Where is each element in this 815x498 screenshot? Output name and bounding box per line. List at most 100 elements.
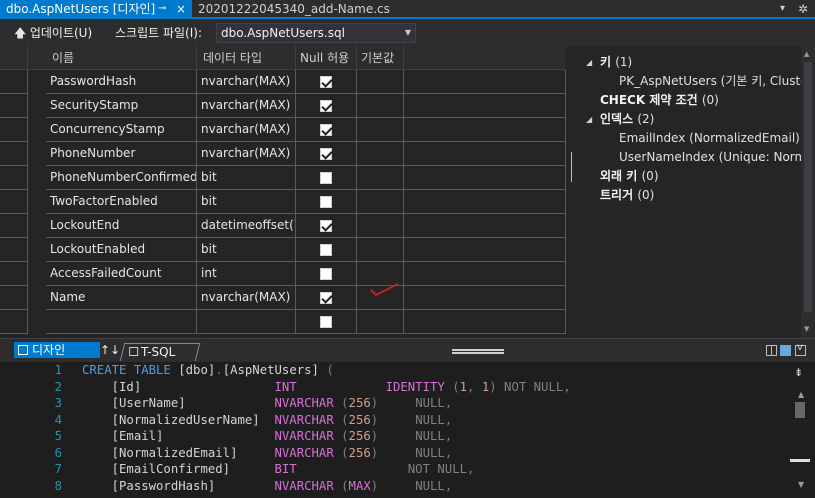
table-row[interactable] <box>0 310 566 334</box>
default-value-cell[interactable] <box>357 70 404 94</box>
horizontal-split-icon[interactable] <box>780 345 791 356</box>
row-selector[interactable] <box>0 94 28 118</box>
table-row[interactable]: PhoneNumberConfirmed bit <box>0 166 566 190</box>
default-value-cell[interactable] <box>357 310 404 334</box>
split-editor-icon[interactable]: ⇟ <box>794 366 803 379</box>
swap-panes-button[interactable]: ↑↓ <box>100 342 120 358</box>
default-value-cell[interactable] <box>357 214 404 238</box>
table-row[interactable]: LockoutEnabled bit <box>0 238 566 262</box>
pane-resize-grip[interactable] <box>452 349 504 354</box>
tab-dbo-aspnetusers-design[interactable]: dbo.AspNetUsers [디자인] ⊸ × <box>0 0 192 19</box>
table-row[interactable]: Name nvarchar(MAX) <box>0 286 566 310</box>
column-name-cell[interactable]: AccessFailedCount <box>46 262 197 286</box>
tab-tsql[interactable]: T-SQL <box>119 343 201 361</box>
scrollbar-thumb[interactable] <box>795 402 805 418</box>
row-selector[interactable] <box>0 142 28 166</box>
table-row[interactable]: SecurityStamp nvarchar(MAX) <box>0 94 566 118</box>
pin-icon[interactable]: ⊸ <box>158 0 166 18</box>
tab-migration-file[interactable]: 20201222045340_add-Name.cs <box>198 0 390 19</box>
data-type-cell[interactable]: bit <box>197 190 296 214</box>
row-selector[interactable] <box>0 190 28 214</box>
data-type-cell[interactable]: nvarchar(MAX) <box>197 118 296 142</box>
data-type-cell[interactable] <box>197 310 296 334</box>
row-selector[interactable] <box>0 118 28 142</box>
column-name-cell[interactable]: SecurityStamp <box>46 94 197 118</box>
allow-nulls-checkbox[interactable] <box>320 172 332 184</box>
keys-node[interactable]: 키 (1) <box>600 54 632 70</box>
row-selector[interactable] <box>0 70 28 94</box>
row-selector[interactable] <box>0 286 28 310</box>
primary-key-item[interactable]: PK_AspNetUsers (기본 키, Clustered: Id) <box>619 73 815 89</box>
scroll-up-icon[interactable]: ▲ <box>804 50 809 58</box>
column-name-cell[interactable]: PhoneNumberConfirmed <box>46 166 197 190</box>
allow-nulls-checkbox[interactable] <box>320 76 332 88</box>
data-type-cell[interactable]: datetimeoffset(7) <box>197 214 296 238</box>
properties-scrollbar[interactable]: ▲ ▼ <box>801 46 815 338</box>
data-type-cell[interactable]: bit <box>197 166 296 190</box>
tsql-code-editor[interactable]: 1 CREATE TABLE [dbo].[AspNetUsers] (2 [Id… <box>0 362 815 498</box>
tab-design[interactable]: 디자인 <box>14 342 100 358</box>
scroll-down-icon[interactable]: ▼ <box>804 325 809 333</box>
default-value-cell[interactable] <box>357 166 404 190</box>
collapse-pane-icon[interactable] <box>795 342 806 356</box>
column-name-cell[interactable]: PasswordHash <box>46 70 197 94</box>
gear-icon[interactable]: ✲ <box>798 0 808 18</box>
row-selector[interactable] <box>0 214 28 238</box>
allow-nulls-checkbox[interactable] <box>320 220 332 232</box>
data-type-cell[interactable]: int <box>197 262 296 286</box>
scrollbar-thumb[interactable] <box>804 62 812 312</box>
table-row[interactable]: TwoFactorEnabled bit <box>0 190 566 214</box>
triggers-node[interactable]: 트리거 (0) <box>600 187 654 203</box>
column-header-data-type[interactable]: 데이터 타입 <box>197 46 296 70</box>
row-selector[interactable] <box>0 166 28 190</box>
column-name-cell[interactable]: ConcurrencyStamp <box>46 118 197 142</box>
table-row[interactable]: PhoneNumber nvarchar(MAX) <box>0 142 566 166</box>
expand-triangle-icon[interactable]: ◢ <box>586 58 592 67</box>
column-header-allow-nulls[interactable]: Null 허용 <box>296 46 357 70</box>
default-value-cell[interactable] <box>357 142 404 166</box>
column-header-name[interactable]: 이름 <box>46 46 197 70</box>
index-item[interactable]: UserNameIndex (Unique: NormalizedUserNam… <box>619 149 815 165</box>
allow-nulls-checkbox[interactable] <box>320 124 332 136</box>
update-button[interactable]: 🡅 업데이트(U) <box>14 24 92 42</box>
expand-triangle-icon[interactable]: ◢ <box>586 115 592 124</box>
index-item[interactable]: EmailIndex (NormalizedEmail) <box>619 130 800 146</box>
data-type-cell[interactable]: nvarchar(MAX) <box>197 94 296 118</box>
scroll-down-icon[interactable]: ▼ <box>798 480 804 489</box>
column-name-cell[interactable]: TwoFactorEnabled <box>46 190 197 214</box>
data-type-cell[interactable]: nvarchar(MAX) <box>197 70 296 94</box>
indexes-node[interactable]: 인덱스 (2) <box>600 111 654 127</box>
data-type-cell[interactable]: nvarchar(MAX) <box>197 286 296 310</box>
allow-nulls-checkbox[interactable] <box>320 100 332 112</box>
row-selector[interactable] <box>0 238 28 262</box>
allow-nulls-checkbox[interactable] <box>320 268 332 280</box>
tab-overflow-dropdown-icon[interactable]: ▾ <box>780 0 785 18</box>
default-value-cell[interactable] <box>357 238 404 262</box>
column-name-cell[interactable]: LockoutEnd <box>46 214 197 238</box>
table-row[interactable]: PasswordHash nvarchar(MAX) <box>0 70 566 94</box>
allow-nulls-checkbox[interactable] <box>320 148 332 160</box>
vertical-split-icon[interactable] <box>766 345 777 356</box>
scroll-up-icon[interactable]: ▲ <box>798 390 804 399</box>
allow-nulls-checkbox[interactable] <box>320 292 332 304</box>
close-icon[interactable]: × <box>176 0 186 18</box>
editor-scrollbar[interactable]: ⇟ ▲ ▼ <box>790 362 815 498</box>
data-type-cell[interactable]: bit <box>197 238 296 262</box>
default-value-cell[interactable] <box>357 190 404 214</box>
table-row[interactable]: AccessFailedCount int <box>0 262 566 286</box>
check-constraints-node[interactable]: CHECK 제약 조건 (0) <box>600 92 719 108</box>
default-value-cell[interactable] <box>357 94 404 118</box>
table-row[interactable]: ConcurrencyStamp nvarchar(MAX) <box>0 118 566 142</box>
allow-nulls-checkbox[interactable] <box>320 316 332 328</box>
foreign-keys-node[interactable]: 외래 키 (0) <box>600 168 659 184</box>
column-header-default-value[interactable]: 기본값 <box>357 46 404 70</box>
column-name-cell[interactable]: LockoutEnabled <box>46 238 197 262</box>
data-type-cell[interactable]: nvarchar(MAX) <box>197 142 296 166</box>
column-name-cell[interactable]: PhoneNumber <box>46 142 197 166</box>
row-selector[interactable] <box>0 262 28 286</box>
column-name-cell[interactable] <box>46 310 197 334</box>
default-value-cell[interactable] <box>357 118 404 142</box>
allow-nulls-checkbox[interactable] <box>320 244 332 256</box>
script-file-select[interactable]: dbo.AspNetUsers.sql ▼ <box>216 23 416 43</box>
table-row[interactable]: LockoutEnd datetimeoffset(7) <box>0 214 566 238</box>
